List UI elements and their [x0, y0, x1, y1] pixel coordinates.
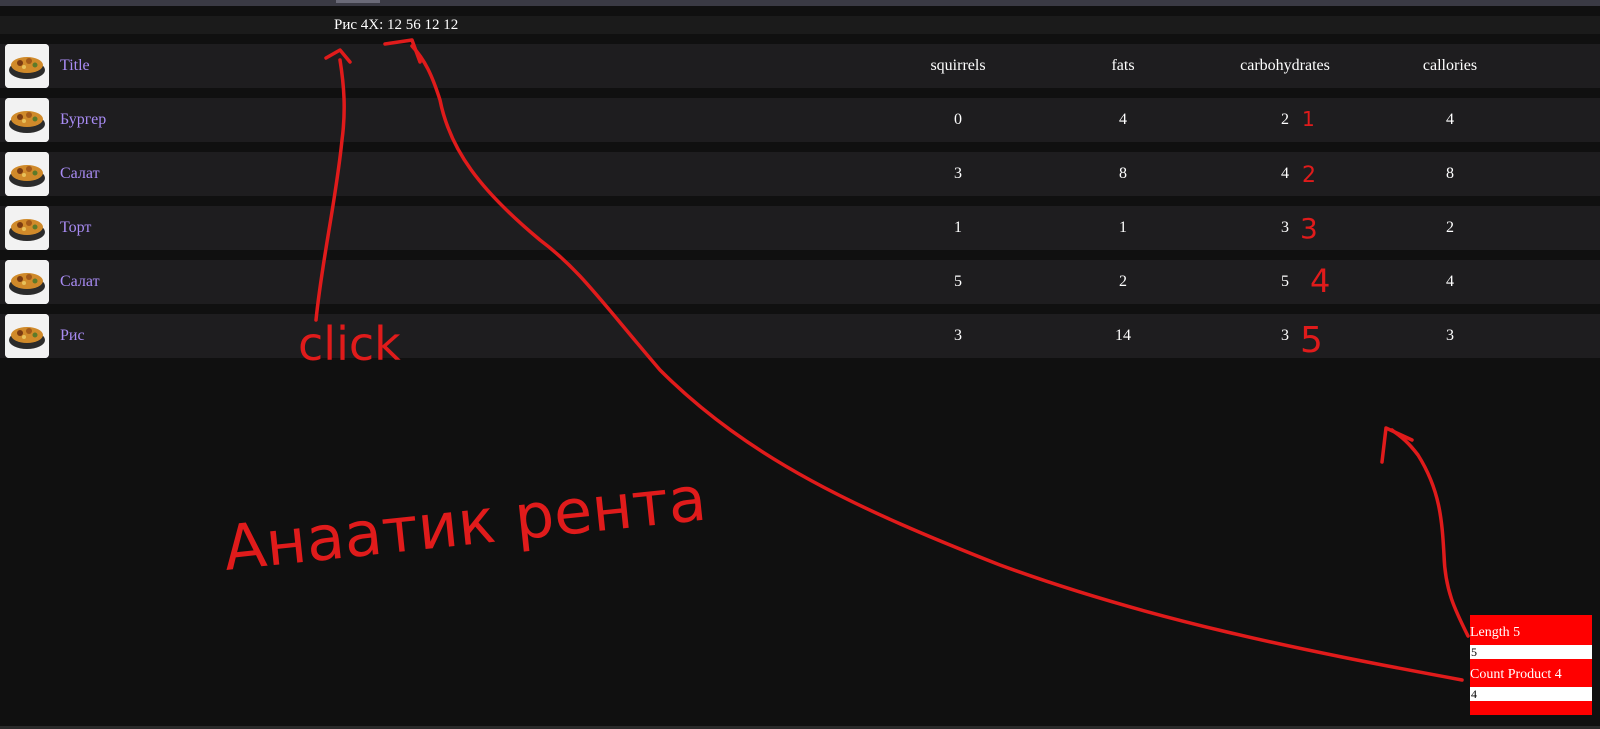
food-thumbnail — [5, 44, 49, 88]
food-thumbnail — [5, 152, 49, 196]
cell-fats: 14 — [1115, 327, 1131, 344]
cell-carbohydrates: 2 — [1281, 111, 1289, 128]
cell-callories: 8 — [1446, 165, 1454, 182]
cell-callories: 3 — [1446, 327, 1454, 344]
cell-carbohydrates: 4 — [1281, 165, 1289, 182]
table-row: Салат 5 2 5 4 — [0, 260, 1600, 304]
cell-carbohydrates: 3 — [1281, 327, 1289, 344]
row-title-link[interactable]: Рис — [60, 314, 85, 358]
nutrition-table: Title squirrels fats carbohydrates callo… — [0, 44, 1600, 368]
browser-top-bar — [0, 0, 1600, 6]
table-header-row: Title squirrels fats carbohydrates callo… — [0, 44, 1600, 88]
row-title-link[interactable]: Салат — [60, 260, 100, 304]
annotation-arrow-right — [1390, 428, 1470, 638]
cell-callories: 4 — [1446, 273, 1454, 290]
count-product-label: Count Product 4 — [1470, 667, 1562, 682]
cell-squirrels: 3 — [954, 327, 962, 344]
food-thumbnail — [5, 260, 49, 304]
summary-text: Рис 4X: 12 56 12 12 — [334, 17, 459, 33]
cell-fats: 4 — [1119, 111, 1127, 128]
food-thumbnail — [5, 314, 49, 358]
food-thumbnail — [5, 98, 49, 142]
cell-carbohydrates: 3 — [1281, 219, 1289, 236]
table-row: Салат 3 8 4 8 — [0, 152, 1600, 196]
active-tab-indicator — [336, 0, 380, 3]
food-thumbnail — [5, 206, 49, 250]
cell-squirrels: 1 — [954, 219, 962, 236]
cell-squirrels: 0 — [954, 111, 962, 128]
row-title-link[interactable]: Салат — [60, 152, 100, 196]
cell-fats: 8 — [1119, 165, 1127, 182]
cell-callories: 4 — [1446, 111, 1454, 128]
summary-bar: Рис 4X: 12 56 12 12 — [0, 16, 1600, 34]
length-field[interactable] — [1470, 645, 1592, 659]
annotation-main-text: Анаатик рента — [220, 462, 710, 585]
table-row: Рис 3 14 3 3 — [0, 314, 1600, 358]
cell-callories: 2 — [1446, 219, 1454, 236]
header-fats: fats — [1111, 57, 1135, 74]
cell-carbohydrates: 5 — [1281, 273, 1289, 290]
length-label: Length 5 — [1470, 625, 1521, 640]
row-title-link[interactable]: Бургер — [60, 98, 106, 142]
annotation-arrowhead — [1380, 426, 1414, 464]
cell-squirrels: 3 — [954, 165, 962, 182]
header-carbohydrates: carbohydrates — [1240, 57, 1330, 74]
cell-squirrels: 5 — [954, 273, 962, 290]
cell-fats: 2 — [1119, 273, 1127, 290]
header-title-link[interactable]: Title — [60, 44, 90, 88]
header-squirrels: squirrels — [930, 57, 986, 74]
table-row: Бургер 0 4 2 4 — [0, 98, 1600, 142]
stats-panel: Length 5 Count Product 4 — [1470, 615, 1592, 715]
cell-fats: 1 — [1119, 219, 1127, 236]
table-row: Торт 1 1 3 2 — [0, 206, 1600, 250]
row-title-link[interactable]: Торт — [60, 206, 91, 250]
header-callories: callories — [1422, 57, 1478, 74]
count-product-field[interactable] — [1470, 687, 1592, 701]
